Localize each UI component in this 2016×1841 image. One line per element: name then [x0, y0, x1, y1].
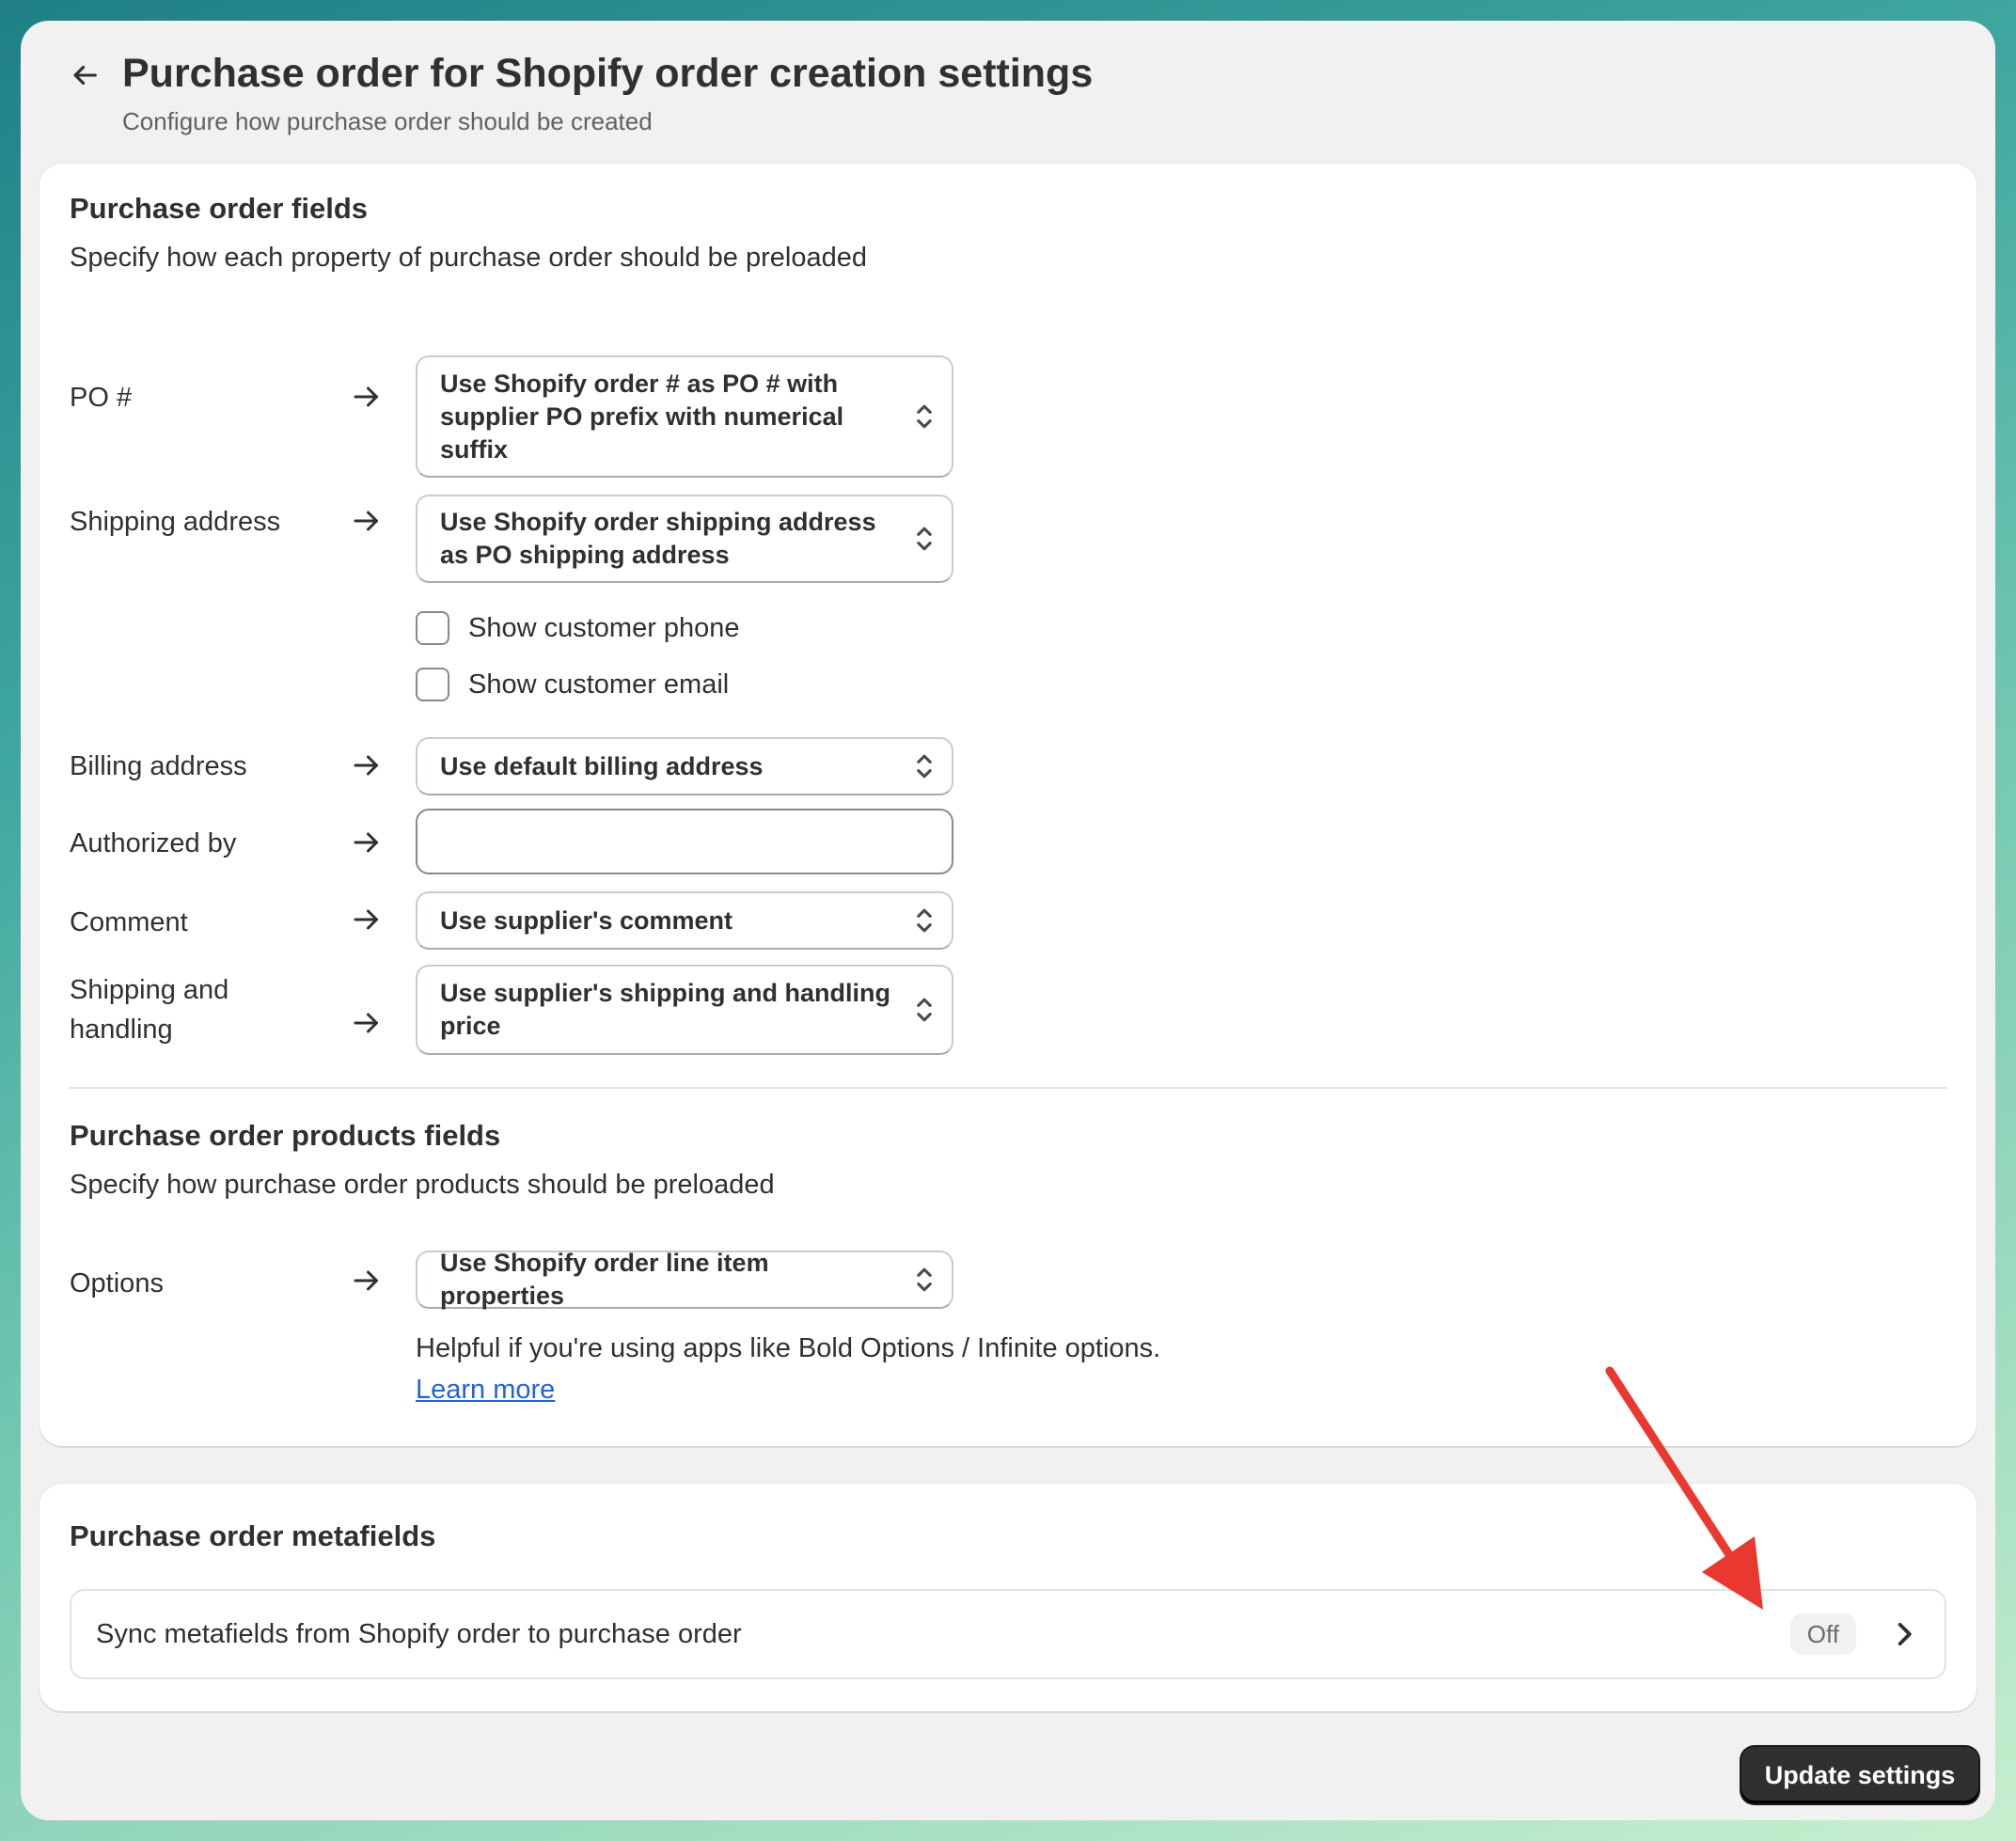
options-help-text: Helpful if you're using apps like Bold O…: [416, 1333, 1161, 1363]
select-chevrons-icon: [917, 404, 932, 429]
arrow-right-icon: [354, 1013, 378, 1033]
shipping-handling-select-value: Use supplier's shipping and handling pri…: [440, 979, 890, 1040]
arrow-right-icon: [354, 386, 378, 407]
learn-more-link[interactable]: Learn more: [416, 1375, 555, 1406]
select-chevrons-icon: [917, 908, 932, 933]
arrow-right-icon: [354, 909, 378, 930]
checkbox-box[interactable]: [416, 668, 449, 701]
po-number-select[interactable]: Use Shopify order # as PO # with supplie…: [416, 355, 953, 478]
arrow-right-icon: [354, 832, 378, 853]
arrow-left-icon: [73, 65, 97, 86]
back-button[interactable]: [66, 55, 103, 96]
arrow-right-icon: [354, 755, 378, 776]
select-chevrons-icon: [917, 1267, 932, 1292]
select-chevrons-icon: [917, 754, 932, 779]
status-badge: Off: [1789, 1613, 1856, 1655]
billing-address-label: Billing address: [70, 751, 247, 781]
po-fields-title: Purchase order fields: [70, 192, 369, 225]
shipping-handling-label: Shipping and handling: [70, 970, 228, 1049]
options-label: Options: [70, 1268, 164, 1298]
show-customer-email-label: Show customer email: [468, 669, 730, 700]
show-customer-email-checkbox[interactable]: Show customer email: [416, 668, 729, 701]
comment-select[interactable]: Use supplier's comment: [416, 891, 953, 950]
arrow-right-icon: [354, 511, 378, 531]
page-title: Purchase order for Shopify order creatio…: [122, 51, 1094, 96]
shipping-address-select[interactable]: Use Shopify order shipping address as PO…: [416, 495, 953, 583]
billing-address-select[interactable]: Use default billing address: [416, 737, 953, 795]
products-fields-title: Purchase order products fields: [70, 1119, 501, 1152]
shipping-handling-label-line1: Shipping and: [70, 975, 229, 1005]
chevron-right-icon: [1898, 1622, 1912, 1646]
sync-metafields-row[interactable]: Sync metafields from Shopify order to pu…: [70, 1589, 1946, 1679]
po-number-select-value: Use Shopify order # as PO # with supplie…: [440, 369, 844, 464]
sync-metafields-label: Sync metafields from Shopify order to pu…: [96, 1619, 742, 1649]
show-customer-phone-checkbox[interactable]: Show customer phone: [416, 611, 740, 645]
po-fields-description: Specify how each property of purchase or…: [70, 243, 867, 273]
shipping-address-select-value: Use Shopify order shipping address as PO…: [440, 508, 876, 569]
select-chevrons-icon: [917, 527, 932, 551]
shipping-handling-select[interactable]: Use supplier's shipping and handling pri…: [416, 965, 953, 1055]
purchase-order-metafields-card: Purchase order metafields Sync metafield…: [39, 1484, 1977, 1711]
purchase-order-fields-card: Purchase order fields Specify how each p…: [39, 164, 1977, 1446]
po-number-label: PO #: [70, 383, 133, 413]
authorized-by-input[interactable]: [416, 809, 953, 874]
show-customer-phone-label: Show customer phone: [468, 612, 740, 643]
billing-address-select-value: Use default billing address: [440, 751, 764, 780]
options-select[interactable]: Use Shopify order line item properties: [416, 1249, 953, 1310]
select-chevrons-icon: [917, 998, 932, 1022]
metafields-title: Purchase order metafields: [70, 1519, 436, 1552]
settings-window: Purchase order for Shopify order creatio…: [21, 21, 1995, 1820]
shipping-handling-label-line2: handling: [70, 1015, 173, 1045]
page-subtitle: Configure how purchase order should be c…: [122, 107, 653, 135]
products-fields-description: Specify how purchase order products shou…: [70, 1170, 775, 1200]
arrow-right-icon: [354, 1270, 378, 1291]
comment-select-value: Use supplier's comment: [440, 905, 733, 935]
options-select-value: Use Shopify order line item properties: [440, 1249, 769, 1310]
shipping-address-label: Shipping address: [70, 507, 281, 537]
section-divider: [70, 1087, 1946, 1089]
update-settings-button[interactable]: Update settings: [1741, 1747, 1978, 1803]
authorized-by-label: Authorized by: [70, 828, 237, 858]
checkbox-box[interactable]: [416, 611, 449, 645]
comment-label: Comment: [70, 907, 188, 937]
